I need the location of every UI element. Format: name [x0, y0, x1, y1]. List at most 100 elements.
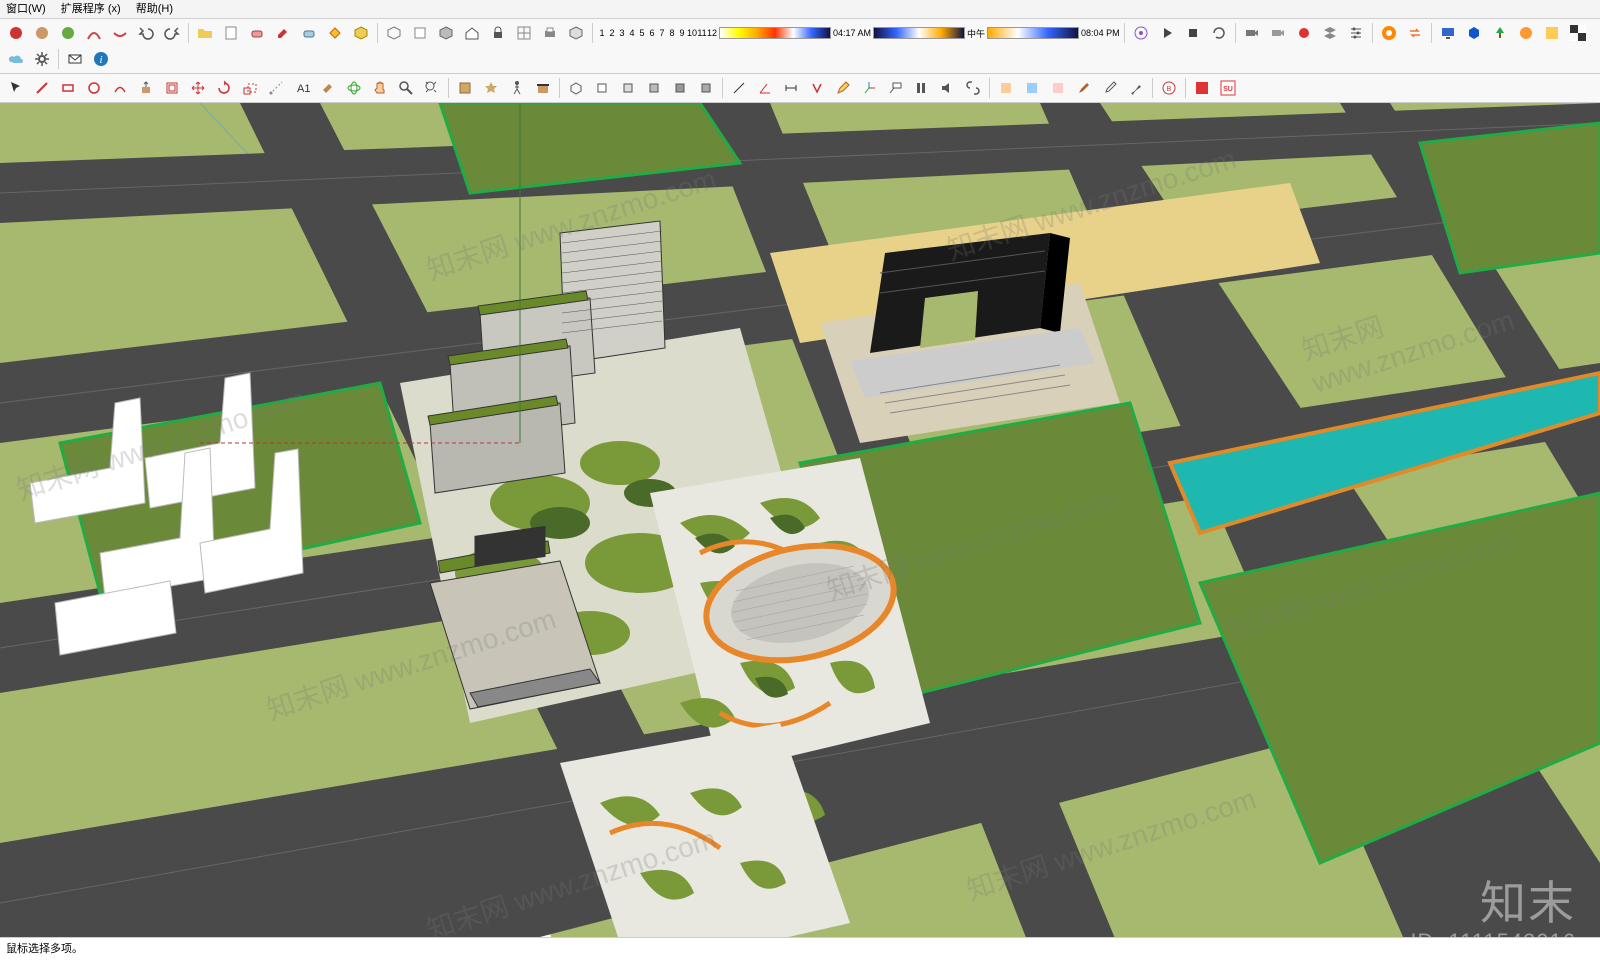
checker-icon[interactable]: [1566, 21, 1590, 45]
brush2-icon[interactable]: [1124, 76, 1148, 100]
time-am: 04:17 AM: [833, 28, 871, 38]
sliders-icon[interactable]: [1344, 21, 1368, 45]
sphere-icon[interactable]: [1514, 21, 1538, 45]
shadow-time-bar[interactable]: 123456789101112 04:17 AM 中午 08:04 PM: [597, 22, 1120, 44]
circle-red-icon[interactable]: [4, 21, 28, 45]
text-icon[interactable]: A1: [290, 76, 314, 100]
enscape-icon[interactable]: [1377, 21, 1401, 45]
folder-icon[interactable]: [193, 21, 217, 45]
label-icon[interactable]: [883, 76, 907, 100]
explode-icon[interactable]: [479, 76, 503, 100]
month-gradient[interactable]: [719, 27, 831, 39]
print-icon[interactable]: [538, 21, 562, 45]
swap-icon[interactable]: [1403, 21, 1427, 45]
gear-icon[interactable]: [30, 47, 54, 71]
angle-icon[interactable]: [753, 76, 777, 100]
circle-green-icon[interactable]: [56, 21, 80, 45]
select-icon[interactable]: [4, 76, 28, 100]
pencil-icon[interactable]: [831, 76, 855, 100]
scale-icon[interactable]: [238, 76, 262, 100]
mail-icon[interactable]: [63, 47, 87, 71]
chain-icon[interactable]: [961, 76, 985, 100]
pause-icon[interactable]: [909, 76, 933, 100]
grid-icon[interactable]: [512, 21, 536, 45]
cube-shaded-icon[interactable]: [434, 21, 458, 45]
tile-icon[interactable]: [1540, 21, 1564, 45]
arc-red-icon[interactable]: [82, 21, 106, 45]
redo-icon[interactable]: [160, 21, 184, 45]
edge-icon[interactable]: [727, 76, 751, 100]
right-icon[interactable]: [642, 76, 666, 100]
pan-icon[interactable]: [368, 76, 392, 100]
box-icon[interactable]: [408, 21, 432, 45]
home-icon[interactable]: [460, 21, 484, 45]
day-gradient[interactable]: [873, 27, 965, 39]
offset-icon[interactable]: [160, 76, 184, 100]
toolbar-row-2: A1 B SU: [0, 74, 1600, 103]
badge-icon[interactable]: B: [1157, 76, 1181, 100]
pushpull-icon[interactable]: [134, 76, 158, 100]
loop-icon[interactable]: [1207, 21, 1231, 45]
play-icon[interactable]: [1155, 21, 1179, 45]
arc-red2-icon[interactable]: [108, 21, 132, 45]
top-icon[interactable]: [590, 76, 614, 100]
walk-icon[interactable]: [505, 76, 529, 100]
cube2-icon[interactable]: [564, 21, 588, 45]
status-text: 鼠标选择多项。: [6, 943, 83, 955]
style1-icon[interactable]: [994, 76, 1018, 100]
eraser-icon[interactable]: [245, 21, 269, 45]
cam1-icon[interactable]: [1240, 21, 1264, 45]
rotate-icon[interactable]: [212, 76, 236, 100]
arc-tool-icon[interactable]: [108, 76, 132, 100]
left-icon[interactable]: [694, 76, 718, 100]
circle-tan-icon[interactable]: [30, 21, 54, 45]
model-viewport[interactable]: 知末网 www.znzmo.com 知末网 www.znzmo.com 知末网 …: [0, 103, 1600, 960]
record-icon[interactable]: [1292, 21, 1316, 45]
monitor-icon[interactable]: [1436, 21, 1460, 45]
dim-icon[interactable]: [779, 76, 803, 100]
hex-icon[interactable]: [1462, 21, 1486, 45]
layers-icon[interactable]: [1318, 21, 1342, 45]
style3-icon[interactable]: [1046, 76, 1070, 100]
sheet-icon[interactable]: [219, 21, 243, 45]
info-icon[interactable]: i: [89, 47, 113, 71]
su-icon[interactable]: SU: [1216, 76, 1240, 100]
tape-icon[interactable]: [264, 76, 288, 100]
section-icon[interactable]: [531, 76, 555, 100]
style2-icon[interactable]: [1020, 76, 1044, 100]
menu-help[interactable]: 帮助(H): [136, 3, 173, 15]
wireframe-icon[interactable]: [382, 21, 406, 45]
circle-tool-icon[interactable]: [82, 76, 106, 100]
lock-icon[interactable]: [486, 21, 510, 45]
zoom-icon[interactable]: [394, 76, 418, 100]
line-icon[interactable]: [30, 76, 54, 100]
rectangle-icon[interactable]: [56, 76, 80, 100]
sound-icon[interactable]: [935, 76, 959, 100]
zoom-extents-icon[interactable]: [420, 76, 444, 100]
bucket-icon[interactable]: [323, 21, 347, 45]
day-gradient-2[interactable]: [987, 27, 1079, 39]
cam2-icon[interactable]: [1266, 21, 1290, 45]
iso-icon[interactable]: [564, 76, 588, 100]
axes-icon[interactable]: [857, 76, 881, 100]
cloud-up-icon[interactable]: [4, 47, 28, 71]
red-square-icon[interactable]: [1190, 76, 1214, 100]
tree-icon[interactable]: [1488, 21, 1512, 45]
undo-icon[interactable]: [134, 21, 158, 45]
move-icon[interactable]: [186, 76, 210, 100]
orbit-icon[interactable]: [342, 76, 366, 100]
eraser2-icon[interactable]: [297, 21, 321, 45]
eye-icon[interactable]: [1129, 21, 1153, 45]
menu-window[interactable]: 窗口(W): [6, 3, 46, 15]
cube-yellow-icon[interactable]: [349, 21, 373, 45]
menu-extensions[interactable]: 扩展程序 (x): [61, 3, 121, 15]
paint-icon[interactable]: [271, 21, 295, 45]
brush-icon[interactable]: [1072, 76, 1096, 100]
eyedrop-icon[interactable]: [1098, 76, 1122, 100]
back-icon[interactable]: [668, 76, 692, 100]
paint2-icon[interactable]: [316, 76, 340, 100]
v-icon[interactable]: [805, 76, 829, 100]
front-icon[interactable]: [616, 76, 640, 100]
square-icon[interactable]: [1181, 21, 1205, 45]
component-icon[interactable]: [453, 76, 477, 100]
